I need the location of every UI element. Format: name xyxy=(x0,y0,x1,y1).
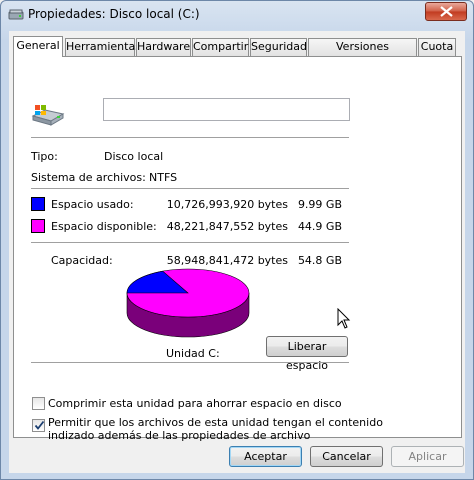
general-tab-panel: Tipo: Disco local Sistema de archivos: N… xyxy=(13,56,462,442)
tab-cuota[interactable]: Cuota xyxy=(418,38,456,56)
checkmark-icon xyxy=(34,420,45,430)
filesystem-value: NTFS xyxy=(149,171,178,184)
cleanup-button[interactable]: Liberar espacio xyxy=(266,336,348,372)
tab-seguridad[interactable]: Seguridad xyxy=(250,38,307,56)
index-label-line1: Permitir que los archivos de esta unidad… xyxy=(48,416,383,429)
close-icon xyxy=(440,6,453,17)
cancel-button[interactable]: Cancelar xyxy=(310,446,383,467)
separator xyxy=(31,188,349,189)
drive-name-input[interactable] xyxy=(103,98,350,121)
drive-label: Unidad C: xyxy=(166,347,220,360)
drive-icon xyxy=(31,105,65,126)
drive-title-icon xyxy=(8,9,24,20)
used-space-label: Espacio usado: xyxy=(51,198,134,211)
compress-checkbox[interactable] xyxy=(32,397,45,410)
free-space-bytes: 48,221,847,552 bytes xyxy=(166,220,288,233)
apply-button[interactable]: Aplicar xyxy=(391,446,464,467)
tab-versiones-anteriores[interactable]: Versiones anteriores xyxy=(308,38,417,69)
tab-general[interactable]: General xyxy=(13,36,63,57)
type-value: Disco local xyxy=(104,150,164,163)
index-checkbox[interactable] xyxy=(32,419,45,432)
close-button[interactable] xyxy=(425,2,467,21)
capacity-size: 54.8 GB xyxy=(297,254,342,267)
free-space-swatch xyxy=(31,219,45,233)
capacity-bytes: 58,948,841,472 bytes xyxy=(166,254,288,267)
tab-hardware[interactable]: Hardware xyxy=(136,38,191,56)
separator xyxy=(31,242,349,243)
ok-button[interactable]: Aceptar xyxy=(229,446,302,467)
disk-usage-pie xyxy=(126,268,250,338)
mouse-cursor-icon xyxy=(337,308,351,329)
used-space-size: 9.99 GB xyxy=(297,198,342,211)
window-title: Propiedades: Disco local (C:) xyxy=(28,7,200,21)
used-space-bytes: 10,726,993,920 bytes xyxy=(166,198,288,211)
dialog-client: General Herramientas Hardware Compartir … xyxy=(9,31,465,473)
free-space-size: 44.9 GB xyxy=(297,220,342,233)
used-space-swatch xyxy=(31,197,45,211)
filesystem-label: Sistema de archivos: xyxy=(31,171,146,184)
capacity-label: Capacidad: xyxy=(51,254,113,267)
separator xyxy=(31,137,349,138)
free-space-label: Espacio disponible: xyxy=(51,220,157,233)
tab-compartir[interactable]: Compartir xyxy=(192,38,249,56)
type-label: Tipo: xyxy=(31,150,58,163)
index-label-line2: indizado además de las propiedades de ar… xyxy=(48,429,311,442)
compress-label: Comprimir esta unidad para ahorrar espac… xyxy=(48,397,342,410)
properties-window: Propiedades: Disco local (C:) General He… xyxy=(0,0,474,480)
separator xyxy=(31,362,349,363)
title-bar[interactable]: Propiedades: Disco local (C:) xyxy=(1,1,473,29)
tab-herramientas[interactable]: Herramientas xyxy=(65,38,141,56)
